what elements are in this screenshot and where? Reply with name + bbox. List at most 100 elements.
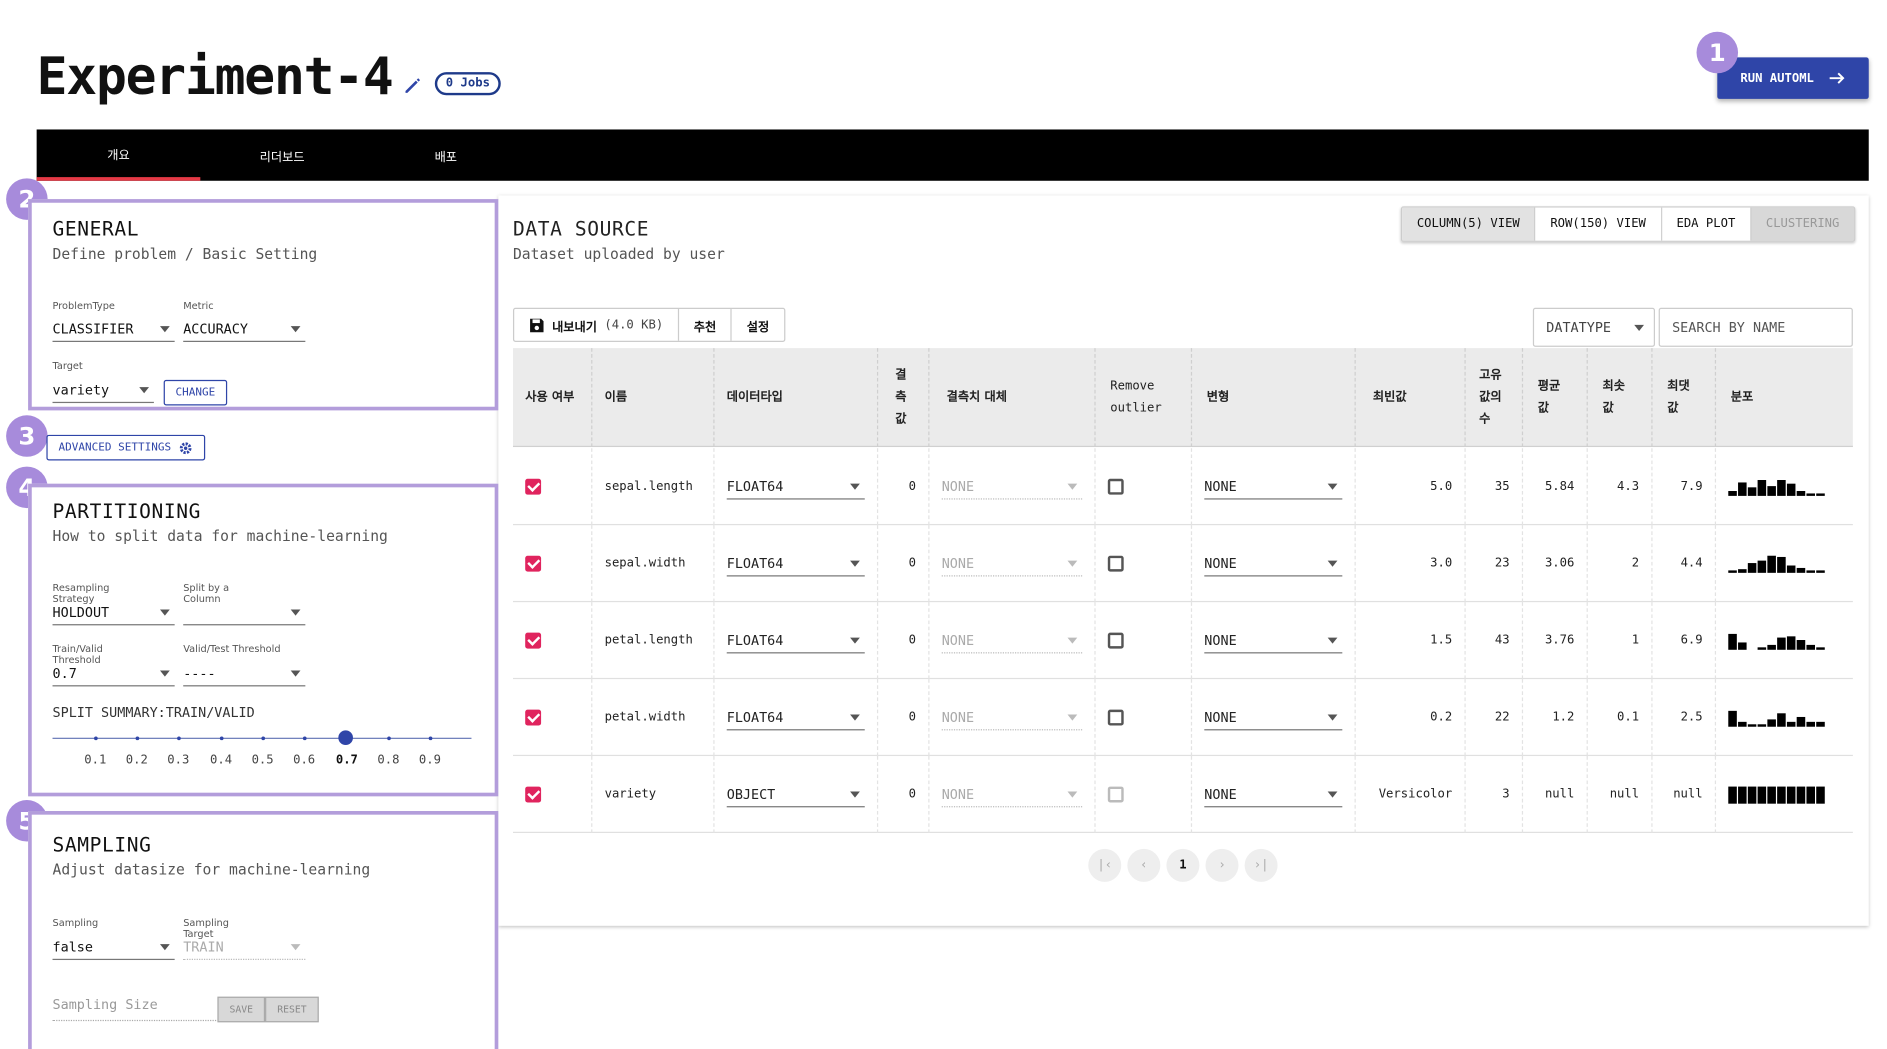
- chevron-down-icon: [850, 713, 860, 721]
- transform-value: NONE: [1204, 478, 1237, 495]
- min-text: 0.1: [1617, 710, 1640, 725]
- pencil-icon[interactable]: [403, 76, 423, 96]
- sampling-select[interactable]: false: [52, 936, 175, 961]
- last-page-button[interactable]: ›|: [1244, 848, 1278, 882]
- remove-outlier-checkbox[interactable]: [1107, 709, 1124, 726]
- impute-select[interactable]: NONE: [941, 705, 1083, 730]
- export-button[interactable]: 내보내기 (4.0 KB): [514, 309, 680, 341]
- tab-deploy[interactable]: 배포: [364, 129, 528, 180]
- dtype-select[interactable]: FLOAT64: [726, 628, 865, 653]
- step-marker-3: 3: [6, 415, 48, 457]
- tab-leaderboard[interactable]: 리더보드: [200, 129, 364, 180]
- col-impute[interactable]: 결측치 대체: [929, 348, 1096, 448]
- split-by-select[interactable]: [183, 601, 306, 626]
- mean-text: 5.84: [1544, 480, 1575, 494]
- slider-tick-mark: [302, 736, 307, 741]
- sampling-target-value: TRAIN: [183, 939, 224, 956]
- save-icon: [530, 318, 544, 332]
- transform-value: NONE: [1204, 785, 1237, 802]
- change-target-button[interactable]: CHANGE: [163, 379, 228, 406]
- col-min[interactable]: 최솟값: [1588, 348, 1653, 448]
- split-slider-thumb[interactable]: [338, 730, 353, 746]
- use-checkbox[interactable]: [525, 786, 542, 803]
- impute-select[interactable]: NONE: [941, 782, 1083, 807]
- datatype-filter[interactable]: DATATYPE: [1532, 307, 1655, 347]
- first-page-button[interactable]: |‹: [1088, 848, 1122, 882]
- sampling-size-input[interactable]: Sampling Size: [52, 997, 217, 1022]
- chevron-down-icon: [850, 790, 860, 797]
- column-name-text: sepal.length: [604, 480, 693, 494]
- col-unique[interactable]: 고유값의 수: [1466, 348, 1524, 448]
- col-use[interactable]: 사용 여부: [513, 348, 593, 448]
- slider-tick-mark: [261, 736, 266, 741]
- recommend-button[interactable]: 추천: [679, 309, 733, 341]
- chevron-down-icon: [1067, 636, 1078, 644]
- valid-test-select[interactable]: ----: [183, 662, 306, 687]
- search-by-name-input[interactable]: [1658, 307, 1853, 347]
- advanced-settings-button[interactable]: ADVANCED SETTINGS: [46, 434, 206, 461]
- missing-count-text: 0: [908, 710, 917, 725]
- jobs-badge[interactable]: 0 Jobs: [434, 72, 501, 96]
- dtype-select[interactable]: OBJECT: [726, 782, 865, 807]
- transform-select[interactable]: NONE: [1204, 782, 1343, 807]
- chevron-down-icon: [139, 387, 150, 394]
- eda-plot-button[interactable]: EDA PLOT: [1661, 207, 1752, 241]
- remove-outlier-checkbox[interactable]: [1107, 555, 1124, 572]
- col-max[interactable]: 최댓값: [1653, 348, 1717, 448]
- transform-select[interactable]: NONE: [1204, 628, 1343, 653]
- run-automl-button[interactable]: RUN AUTOML: [1717, 57, 1869, 99]
- column-view-button[interactable]: COLUMN(5) VIEW: [1402, 207, 1536, 241]
- impute-select[interactable]: NONE: [941, 628, 1083, 653]
- transform-select[interactable]: NONE: [1204, 551, 1343, 576]
- impute-select[interactable]: NONE: [941, 475, 1083, 499]
- slider-tick-mark: [94, 736, 98, 741]
- dtype-select[interactable]: FLOAT64: [726, 705, 865, 730]
- remove-outlier-checkbox[interactable]: [1107, 478, 1124, 495]
- resampling-select[interactable]: HOLDOUT: [52, 601, 175, 626]
- dtype-select[interactable]: FLOAT64: [726, 551, 865, 576]
- prev-page-button[interactable]: ‹: [1127, 848, 1161, 882]
- metric-select[interactable]: ACCURACY: [183, 318, 306, 342]
- row-view-button[interactable]: ROW(150) VIEW: [1535, 207, 1662, 241]
- impute-cell: NONE: [929, 602, 1096, 680]
- remove-outlier-checkbox[interactable]: [1107, 786, 1124, 803]
- problem-type-select[interactable]: CLASSIFIER: [52, 318, 175, 342]
- col-remove-outlier[interactable]: Remove outlier: [1096, 348, 1193, 448]
- chevron-down-icon: [290, 944, 301, 951]
- tab-overview[interactable]: 개요: [36, 129, 201, 181]
- current-page-button[interactable]: 1: [1166, 848, 1200, 882]
- col-name[interactable]: 이름: [592, 348, 715, 448]
- remove-outlier-checkbox[interactable]: [1107, 632, 1124, 649]
- slider-tick-mark: [219, 736, 224, 741]
- impute-cell: NONE: [929, 679, 1096, 757]
- sampling-reset-button[interactable]: RESET: [265, 996, 319, 1023]
- histogram-bar: [1738, 481, 1747, 496]
- impute-select[interactable]: NONE: [941, 551, 1083, 576]
- use-checkbox[interactable]: [525, 632, 542, 649]
- next-page-button[interactable]: ›: [1205, 848, 1239, 882]
- train-valid-select[interactable]: 0.7: [52, 662, 175, 687]
- transform-select[interactable]: NONE: [1204, 705, 1343, 730]
- col-distribution[interactable]: 분포: [1716, 348, 1853, 447]
- mean-value: 3.76: [1523, 602, 1588, 680]
- col-missing[interactable]: 결측값: [878, 348, 930, 448]
- col-transform[interactable]: 변형: [1192, 348, 1356, 448]
- impute-cell: NONE: [929, 525, 1096, 603]
- unique-text: 22: [1494, 710, 1510, 725]
- use-checkbox[interactable]: [525, 709, 542, 726]
- sampling-target-select[interactable]: TRAIN: [183, 936, 306, 961]
- col-mode[interactable]: 최빈값: [1356, 348, 1466, 448]
- sampling-save-button[interactable]: SAVE: [217, 996, 266, 1023]
- use-checkbox[interactable]: [525, 555, 542, 572]
- target-select[interactable]: variety: [52, 379, 154, 404]
- col-mean[interactable]: 평균값: [1523, 348, 1588, 448]
- data-source-subtitle: Dataset uploaded by user: [512, 245, 725, 263]
- settings-button[interactable]: 설정: [732, 309, 784, 341]
- clustering-button[interactable]: CLUSTERING: [1751, 207, 1855, 241]
- col-dtype[interactable]: 데이터타입: [715, 348, 879, 448]
- dtype-select[interactable]: FLOAT64: [726, 475, 865, 499]
- unique-count: 35: [1466, 448, 1524, 526]
- transform-select[interactable]: NONE: [1204, 475, 1343, 499]
- transform-cell: NONE: [1192, 679, 1356, 757]
- use-checkbox[interactable]: [525, 478, 542, 495]
